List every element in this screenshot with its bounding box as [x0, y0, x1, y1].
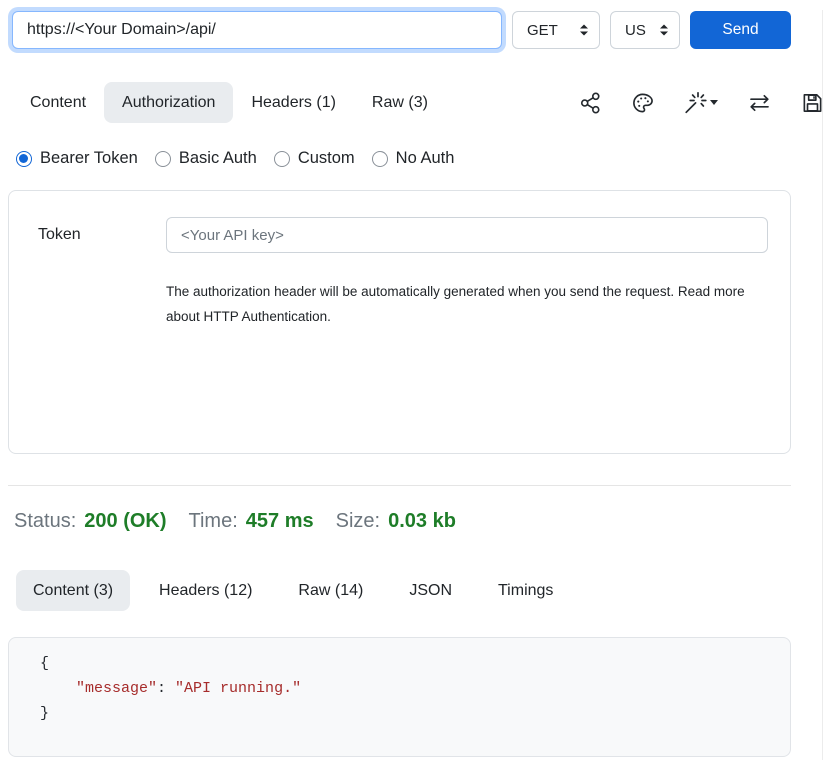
code-line: "message": "API running.": [40, 676, 790, 701]
url-input[interactable]: [12, 11, 502, 49]
auth-option-label: Custom: [298, 149, 355, 168]
auth-type-options: Bearer Token Basic Auth Custom No Auth: [16, 149, 837, 168]
request-bar: GET US Send: [12, 10, 791, 50]
auth-help-text: The authorization header will be automat…: [166, 279, 751, 329]
radio-icon[interactable]: [155, 151, 171, 167]
response-tab-content[interactable]: Content (3): [16, 570, 130, 611]
auth-option-label: Basic Auth: [179, 149, 257, 168]
swap-button[interactable]: [747, 91, 772, 115]
radio-selected-icon[interactable]: [16, 151, 32, 167]
auth-option-no-auth[interactable]: No Auth: [372, 149, 455, 168]
magic-wand-icon: [683, 91, 707, 115]
response-status-bar: Status: 200 (OK) Time: 457 ms Size: 0.03…: [14, 510, 837, 533]
response-tab-timings[interactable]: Timings: [481, 570, 570, 611]
token-label: Token: [38, 226, 166, 244]
radio-icon[interactable]: [372, 151, 388, 167]
size-value: 0.03 kb: [388, 510, 456, 533]
size-label: Size:: [336, 510, 380, 533]
time-label: Time:: [189, 510, 238, 533]
tab-content[interactable]: Content: [12, 82, 104, 123]
palette-icon: [631, 91, 654, 115]
radio-icon[interactable]: [274, 151, 290, 167]
method-select-value: GET: [527, 22, 558, 39]
time-value: 457 ms: [246, 510, 314, 533]
json-value: "API running.": [175, 680, 301, 697]
token-input[interactable]: [166, 217, 768, 253]
auth-option-bearer-token[interactable]: Bearer Token: [16, 149, 138, 168]
response-body: { "message": "API running." }: [8, 637, 791, 757]
section-divider: [8, 485, 791, 486]
auth-option-basic-auth[interactable]: Basic Auth: [155, 149, 257, 168]
share-button[interactable]: [579, 91, 602, 115]
response-tab-raw[interactable]: Raw (14): [281, 570, 380, 611]
send-button[interactable]: Send: [690, 11, 791, 49]
tab-raw[interactable]: Raw (3): [354, 82, 446, 123]
status-value: 200 (OK): [84, 510, 166, 533]
save-floppy-icon: [801, 91, 824, 115]
tab-authorization[interactable]: Authorization: [104, 82, 233, 123]
code-line: }: [40, 701, 790, 726]
auth-option-custom[interactable]: Custom: [274, 149, 355, 168]
auth-option-label: No Auth: [396, 149, 455, 168]
toolbar: [579, 91, 824, 115]
response-tab-json[interactable]: JSON: [392, 570, 469, 611]
region-select-value: US: [625, 22, 646, 39]
auth-panel: Token The authorization header will be a…: [8, 190, 791, 454]
request-tabs: Content Authorization Headers (1) Raw (3…: [12, 82, 824, 123]
code-line: {: [40, 651, 790, 676]
status-group: Status: 200 (OK): [14, 510, 167, 533]
chevron-down-icon: [710, 100, 718, 105]
select-updown-icon: [579, 24, 589, 36]
method-select[interactable]: GET: [512, 11, 600, 49]
select-updown-icon: [659, 24, 669, 36]
save-button[interactable]: [801, 91, 824, 115]
auth-option-label: Bearer Token: [40, 149, 138, 168]
response-tab-headers[interactable]: Headers (12): [142, 570, 269, 611]
swap-arrows-icon: [747, 91, 772, 115]
token-row: Token: [38, 217, 768, 253]
magic-menu-button[interactable]: [683, 91, 718, 115]
tab-headers[interactable]: Headers (1): [233, 82, 353, 123]
time-group: Time: 457 ms: [189, 510, 314, 533]
share-nodes-icon: [579, 91, 602, 115]
size-group: Size: 0.03 kb: [336, 510, 456, 533]
theme-button[interactable]: [631, 91, 654, 115]
region-select[interactable]: US: [610, 11, 680, 49]
page-edge-line: [822, 10, 823, 760]
json-key: "message": [76, 680, 157, 697]
status-label: Status:: [14, 510, 76, 533]
response-tabs: Content (3) Headers (12) Raw (14) JSON T…: [16, 570, 837, 611]
